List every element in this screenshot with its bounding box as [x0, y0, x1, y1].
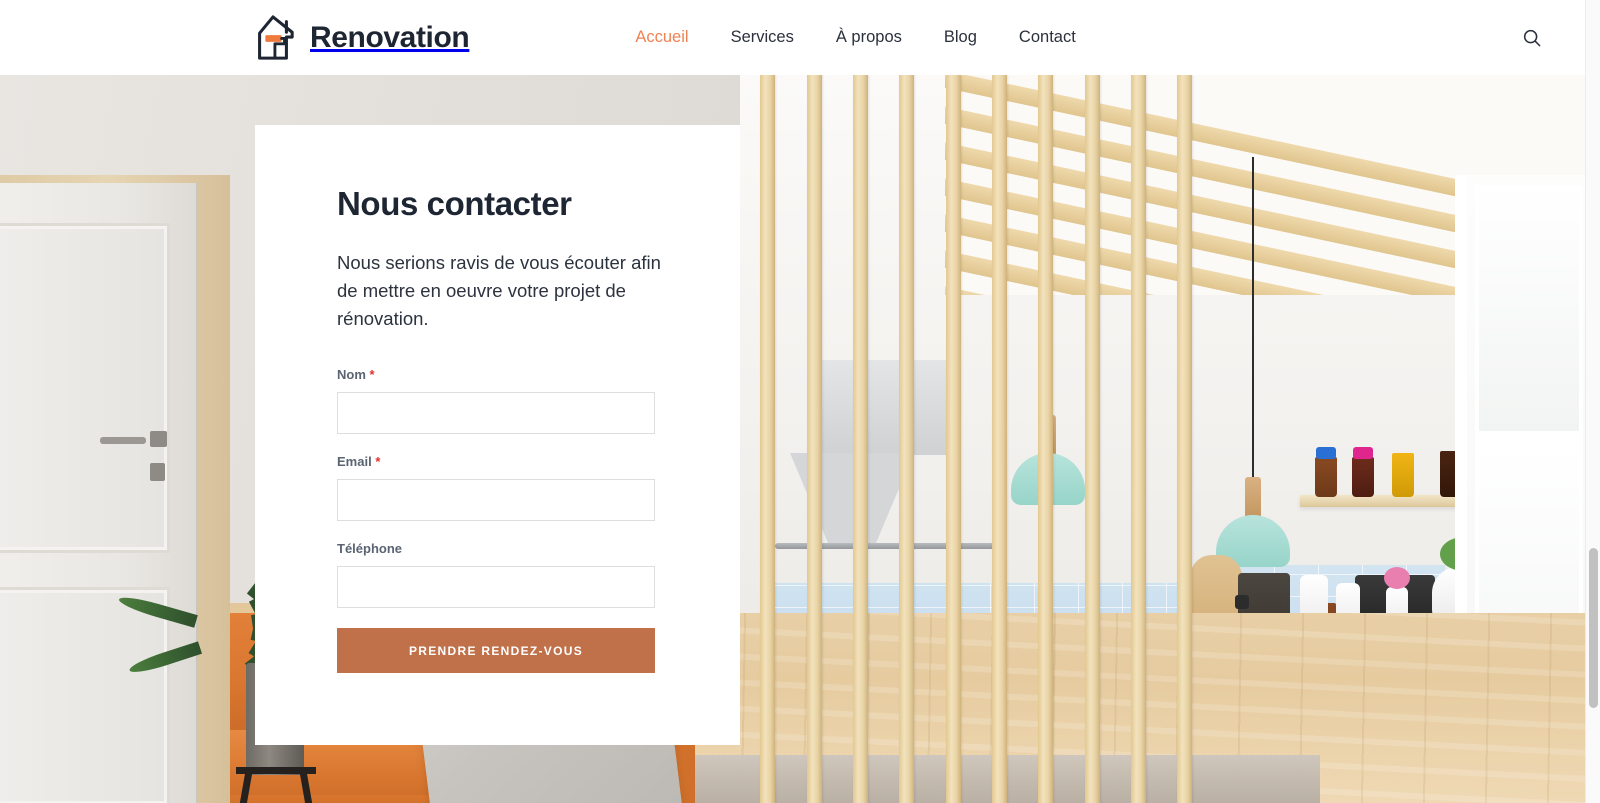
page-root: Nous contacter Nous serions ravis de vou… — [0, 0, 1600, 803]
house-paint-roller-icon — [250, 14, 296, 62]
hero-section — [0, 75, 1585, 803]
contact-form-card: Nous contacter Nous serions ravis de vou… — [255, 125, 740, 745]
input-telephone[interactable] — [337, 566, 655, 609]
page-title: Nous contacter — [337, 185, 572, 222]
scrollbar-thumb[interactable] — [1589, 548, 1598, 708]
jar-lid — [1353, 447, 1373, 459]
jar — [1315, 457, 1337, 497]
label-nom: Nom * — [337, 367, 675, 382]
page-scrollbar[interactable] — [1585, 0, 1600, 803]
nav-item-contact[interactable]: Contact — [998, 22, 1097, 53]
input-email[interactable] — [337, 479, 655, 522]
nav-item-blog[interactable]: Blog — [923, 22, 998, 53]
door-handle — [100, 437, 146, 444]
door-panel-bottom — [0, 587, 170, 803]
jar — [1352, 457, 1374, 497]
brand-logo-link[interactable]: Renovation — [250, 14, 470, 62]
submit-appointment-button[interactable]: PRENDRE RENDEZ-VOUS — [337, 628, 655, 674]
hero-photo — [0, 75, 1585, 803]
wood-slat-divider — [760, 75, 1200, 803]
field-email: Email * — [337, 454, 675, 522]
brand-name: Renovation — [310, 20, 470, 54]
site-header: Renovation Accueil Services À propos Blo… — [0, 0, 1585, 75]
wall-hook — [1235, 595, 1249, 609]
door-panel-top — [0, 223, 170, 553]
input-nom[interactable] — [337, 392, 655, 435]
nav-item-accueil[interactable]: Accueil — [614, 22, 709, 53]
door-plate — [150, 431, 167, 447]
label-telephone: Téléphone — [337, 541, 675, 556]
label-nom-text: Nom — [337, 367, 366, 383]
main-navigation: Accueil Services À propos Blog Contact — [614, 22, 1096, 53]
nav-item-services[interactable]: Services — [710, 22, 815, 53]
search-icon[interactable] — [1517, 23, 1547, 53]
door-lock — [150, 463, 165, 481]
required-asterisk: * — [369, 367, 375, 383]
pendant-cord — [1252, 157, 1254, 477]
label-email: Email * — [337, 454, 675, 469]
jar-lid — [1316, 447, 1336, 459]
required-asterisk: * — [375, 454, 381, 470]
pink-flowers — [1384, 567, 1410, 589]
label-email-text: Email — [337, 454, 372, 470]
field-nom: Nom * — [337, 367, 675, 435]
contact-subtitle: Nous serions ravis de vous écouter afin … — [337, 252, 661, 330]
field-telephone: Téléphone — [337, 541, 675, 609]
label-telephone-text: Téléphone — [337, 541, 403, 557]
jar — [1392, 453, 1414, 497]
pendant-wood — [1245, 477, 1261, 519]
plant-stand — [236, 769, 316, 803]
nav-item-a-propos[interactable]: À propos — [815, 22, 923, 53]
